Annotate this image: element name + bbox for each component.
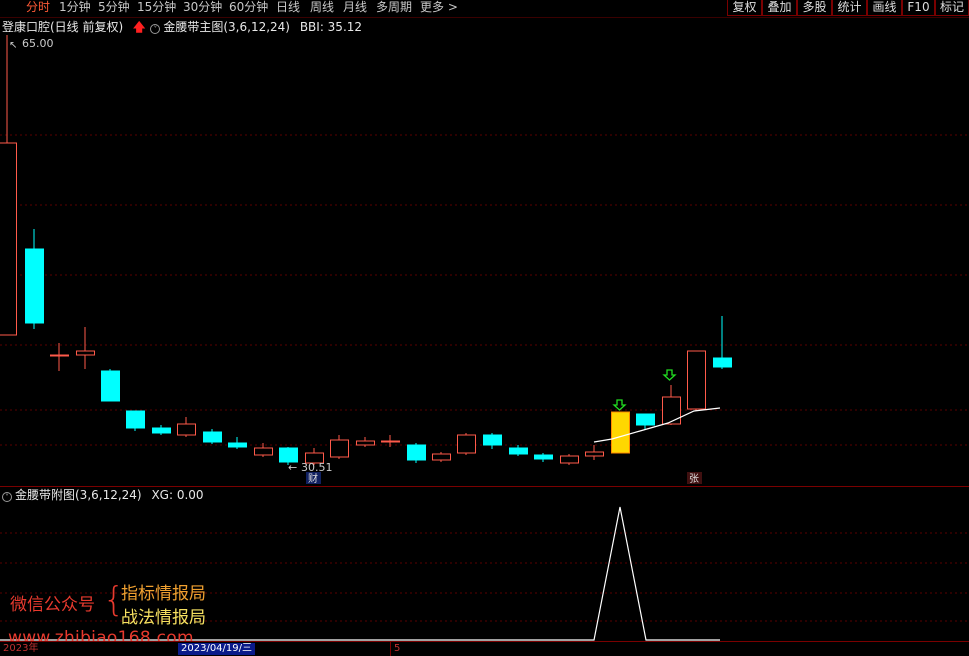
xg-value: XG: 0.00 (151, 488, 204, 502)
axis-page: 5 (390, 642, 400, 656)
statistics-button[interactable]: 统计 (832, 0, 867, 16)
candlestick (585, 445, 604, 460)
candlestick (611, 411, 630, 454)
f10-button[interactable]: F10 (902, 0, 935, 16)
zhang-badge[interactable]: 张 (689, 473, 699, 485)
period-tab-30min[interactable]: 30分钟 (183, 0, 222, 17)
high-price-label: 65.00 (22, 37, 54, 50)
candle-body (585, 451, 604, 457)
candle-body (254, 447, 273, 456)
period-tab-day[interactable]: 日线 (276, 0, 300, 17)
candlestick (636, 413, 655, 429)
period-tab-multi[interactable]: 多周期 (376, 0, 412, 17)
candle-body (457, 434, 476, 454)
multi-stock-button[interactable]: 多股 (797, 0, 832, 16)
candlestick (126, 410, 145, 431)
xg-signal-line (0, 506, 720, 641)
candle-body (330, 439, 349, 458)
candle-body (483, 434, 502, 446)
candle-body (50, 354, 69, 357)
candle-body (381, 440, 400, 443)
candlestick (25, 229, 44, 329)
candlestick (509, 445, 528, 456)
candlestick (560, 454, 579, 465)
period-toolbar: 分时 1分钟 5分钟 15分钟 30分钟 60分钟 日线 周线 月线 多周期 更… (0, 0, 969, 18)
overlay-button[interactable]: 叠加 (762, 0, 797, 16)
candlestick (356, 437, 375, 447)
period-tab-1min[interactable]: 1分钟 (59, 0, 91, 17)
candlestick (534, 453, 553, 462)
candle-body (687, 350, 706, 410)
candlestick (407, 443, 426, 463)
candle-body (636, 413, 655, 426)
cursor-date: 2023/04/19/三 (178, 643, 256, 655)
period-tab-week[interactable]: 周线 (310, 0, 334, 17)
low-price-marker: ← (288, 461, 297, 474)
high-price-marker: ↖ (9, 40, 17, 51)
up-arrow-icon: 🡅 (133, 20, 146, 34)
candle-body (177, 423, 196, 436)
candlestick (254, 443, 273, 457)
candle-body (0, 142, 17, 336)
mark-button[interactable]: 标记 (935, 0, 969, 16)
stock-name[interactable]: 登康口腔(日线 前复权) (2, 20, 123, 34)
candlestick (457, 433, 476, 455)
candlestick (687, 350, 706, 411)
period-tab-fenshi[interactable]: 分时 (26, 0, 50, 17)
period-tab-month[interactable]: 月线 (343, 0, 367, 17)
candle-body (152, 427, 171, 434)
candlestick (177, 417, 196, 437)
time-axis: 2023年 2023/04/19/三 5 (0, 641, 969, 656)
candle-body (509, 447, 528, 455)
candle-body (560, 455, 579, 464)
candlestick (203, 429, 222, 444)
candlestick (76, 327, 95, 369)
period-tab-5min[interactable]: 5分钟 (98, 0, 130, 17)
candle-body (203, 431, 222, 443)
fuquan-button[interactable]: 复权 (727, 0, 762, 16)
candle-body (25, 248, 44, 324)
candlestick-chart[interactable]: ↖ 65.00 ← 30.51 财 张 (0, 35, 969, 486)
candlestick (432, 452, 451, 462)
period-tab-more[interactable]: 更多 > (420, 0, 458, 17)
candle-body (407, 444, 426, 461)
candlestick (330, 435, 349, 459)
candle-body (611, 411, 630, 454)
candlestick (152, 425, 171, 435)
main-chart-header: 登康口腔(日线 前复权) 🡅 ˅ 金腰带主图(3,6,12,24) BBI: 35.… (0, 19, 362, 35)
candle-body (534, 454, 553, 460)
axis-year: 2023年 (3, 643, 39, 654)
indicator-menu-icon[interactable]: ˅ (2, 492, 12, 502)
sub-indicator-name[interactable]: 金腰带附图(3,6,12,24) (15, 488, 142, 502)
main-indicator-name[interactable]: 金腰带主图(3,6,12,24) (163, 20, 290, 34)
candlestick (483, 433, 502, 449)
draw-line-button[interactable]: 画线 (867, 0, 902, 16)
candle-body (432, 453, 451, 461)
bbi-value: BBI: 35.12 (299, 20, 363, 34)
watermark-wechat: 微信公众号 (10, 595, 95, 615)
candle-body (101, 370, 120, 402)
period-tab-15min[interactable]: 15分钟 (137, 0, 176, 17)
finance-badge[interactable]: 财 (308, 472, 318, 485)
watermark-line2: 战法情报局 (121, 608, 206, 628)
candle-body (713, 357, 732, 368)
candle-body (76, 350, 95, 356)
indicator-menu-icon[interactable]: ˅ (150, 24, 161, 34)
buy-signal-arrow-icon (662, 369, 677, 381)
buy-signal-arrow-icon (612, 399, 627, 411)
period-tab-60min[interactable]: 60分钟 (229, 0, 268, 17)
candlestick (0, 35, 17, 336)
watermark-line1: 指标情报局 (121, 584, 206, 604)
sub-chart-header: ˅ 金腰带附图(3,6,12,24) XG: 0.00 (0, 487, 204, 503)
candle-body (662, 396, 681, 425)
candle-body (356, 440, 375, 446)
candle-body (126, 410, 145, 429)
candle-body (228, 442, 247, 448)
candlestick (713, 316, 732, 369)
candlestick (228, 437, 247, 449)
candle-body (279, 447, 298, 463)
candlestick (50, 343, 69, 371)
candlestick (101, 369, 120, 402)
